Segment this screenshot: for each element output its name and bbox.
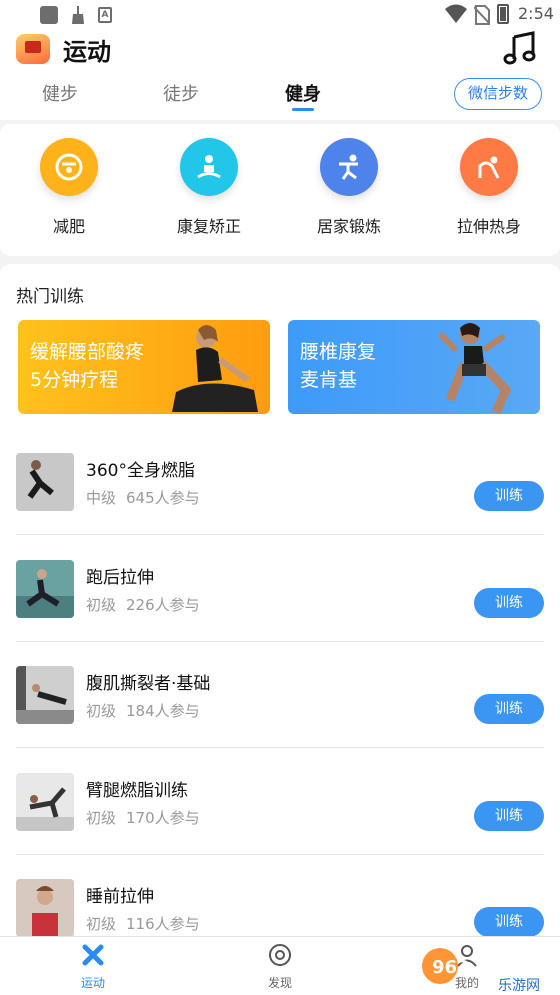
training-thumbnail — [16, 773, 74, 831]
divider — [16, 534, 544, 535]
nav-discover[interactable]: 发现 — [245, 943, 315, 991]
meditation-icon — [180, 138, 238, 196]
training-level: 初级 — [86, 809, 117, 827]
training-participants: 645人参与 — [126, 489, 200, 507]
no-sim-icon — [473, 5, 491, 29]
training-item[interactable]: 臂腿燃脂训练 初级 170人参与 训练 — [0, 773, 560, 880]
banner-line: 腰椎康复 — [300, 341, 377, 363]
training-item[interactable]: 腹肌撕裂者·基础 初级 184人参与 训练 — [0, 666, 560, 773]
training-title: 臂腿燃脂训练 — [86, 781, 188, 801]
page-title: 运动 — [63, 38, 111, 66]
training-meta: 初级 170人参与 — [86, 807, 200, 828]
hot-training-card: 热门训练 缓解腰部酸疼 5分钟疗程 腰椎康复 麦肯基 360°全身燃脂 中级 6… — [0, 264, 560, 944]
woman-exercise-image — [437, 323, 512, 414]
app-square-icon — [40, 6, 58, 24]
train-button[interactable]: 训练 — [474, 481, 544, 511]
category-label: 减肥 — [52, 217, 85, 236]
category-label: 康复矫正 — [176, 217, 241, 236]
nav-sport[interactable]: 运动 — [58, 943, 128, 991]
tab-hiking[interactable]: 徒步 — [163, 80, 199, 106]
training-thumbnail — [16, 560, 74, 618]
training-title: 360°全身燃脂 — [86, 461, 195, 481]
wechat-steps-button[interactable]: 微信步数 — [454, 78, 542, 110]
active-tab-indicator — [292, 108, 314, 111]
woman-stretching-image — [172, 325, 258, 412]
category-rehab[interactable]: 康复矫正 — [159, 138, 259, 237]
category-card: 减肥 康复矫正 居家锻炼 拉伸热身 — [0, 124, 560, 256]
training-participants: 116人参与 — [126, 915, 200, 933]
watermark-brand: 962.NET — [432, 957, 517, 978]
divider — [16, 641, 544, 642]
status-bar: A 2:54 — [0, 0, 560, 28]
training-thumbnail — [16, 666, 74, 724]
divider — [16, 854, 544, 855]
battery-icon — [497, 4, 509, 24]
nav-label: 发现 — [267, 976, 292, 990]
music-note-icon[interactable] — [503, 31, 537, 65]
stretch-icon — [460, 138, 518, 196]
training-title: 腹肌撕裂者·基础 — [86, 674, 211, 694]
nav-label: 运动 — [80, 976, 105, 990]
training-meta: 初级 226人参与 — [86, 594, 200, 615]
training-meta: 初级 116人参与 — [86, 913, 200, 934]
category-stretch[interactable]: 拉伸热身 — [439, 138, 539, 237]
training-level: 中级 — [86, 489, 117, 507]
train-button[interactable]: 训练 — [474, 694, 544, 724]
training-level: 初级 — [86, 702, 117, 720]
category-weight-loss[interactable]: 减肥 — [19, 138, 119, 237]
category-label: 居家锻炼 — [316, 217, 381, 236]
training-title: 跑后拉伸 — [86, 568, 154, 588]
broom-icon — [70, 6, 86, 24]
wifi-icon — [445, 4, 467, 28]
training-thumbnail — [16, 879, 74, 937]
training-thumbnail — [16, 453, 74, 511]
watermark-sub: 乐游网 — [498, 978, 540, 994]
banner-lower-back[interactable]: 缓解腰部酸疼 5分钟疗程 — [18, 320, 270, 414]
training-level: 初级 — [86, 915, 117, 933]
training-participants: 184人参与 — [126, 702, 200, 720]
app-header: 运动 健步 徒步 健身 微信步数 — [0, 28, 560, 120]
train-button[interactable]: 训练 — [474, 588, 544, 618]
training-participants: 170人参与 — [126, 809, 200, 827]
training-title: 睡前拉伸 — [86, 887, 154, 907]
training-meta: 初级 184人参与 — [86, 700, 200, 721]
divider — [16, 747, 544, 748]
train-button[interactable]: 训练 — [474, 907, 544, 937]
banner-lumbar-rehab[interactable]: 腰椎康复 麦肯基 — [288, 320, 540, 414]
a-icon: A — [98, 7, 112, 23]
exercise-icon — [320, 138, 378, 196]
compass-icon — [269, 944, 291, 966]
category-label: 拉伸热身 — [456, 217, 521, 236]
tab-walk[interactable]: 健步 — [42, 80, 78, 106]
training-level: 初级 — [86, 596, 117, 614]
banner-line: 麦肯基 — [300, 369, 358, 391]
training-item[interactable]: 跑后拉伸 初级 226人参与 训练 — [0, 560, 560, 667]
app-logo — [16, 34, 50, 64]
section-title: 热门训练 — [16, 287, 84, 307]
training-item[interactable]: 360°全身燃脂 中级 645人参与 训练 — [0, 453, 560, 560]
run-icon — [82, 944, 104, 966]
train-button[interactable]: 训练 — [474, 801, 544, 831]
banner-text: 腰椎康复 麦肯基 — [300, 338, 376, 394]
banner-line: 5分钟疗程 — [30, 369, 119, 391]
banner-text: 缓解腰部酸疼 5分钟疗程 — [30, 338, 144, 394]
scale-icon — [40, 138, 98, 196]
training-meta: 中级 645人参与 — [86, 487, 200, 508]
tab-fitness[interactable]: 健身 — [285, 80, 321, 106]
training-participants: 226人参与 — [126, 596, 200, 614]
category-home-workout[interactable]: 居家锻炼 — [299, 138, 399, 237]
banner-line: 缓解腰部酸疼 — [30, 341, 145, 363]
site-watermark: 962.NET 乐游网 — [418, 940, 560, 995]
status-time: 2:54 — [518, 4, 554, 23]
